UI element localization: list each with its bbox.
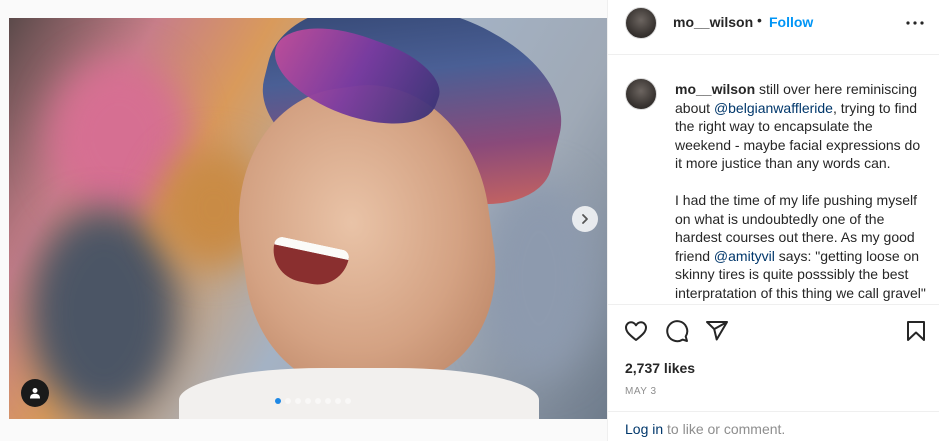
post-header: mo__wilson • Follow xyxy=(608,0,939,55)
separator-dot: • xyxy=(757,12,762,28)
username-link[interactable]: mo__wilson xyxy=(673,14,753,30)
carousel-dot xyxy=(345,398,351,404)
likes-count[interactable]: 2,737 likes xyxy=(625,360,695,376)
caption-avatar[interactable] xyxy=(625,78,657,110)
comment-button[interactable] xyxy=(664,318,690,344)
shirt-shape xyxy=(179,368,539,419)
login-link[interactable]: Log in xyxy=(625,421,663,437)
carousel-dot xyxy=(335,398,341,404)
save-button[interactable] xyxy=(903,318,929,344)
carousel-dot xyxy=(295,398,301,404)
carousel-dot xyxy=(305,398,311,404)
carousel-indicator xyxy=(275,398,351,404)
caption-author-link[interactable]: mo__wilson xyxy=(675,81,755,97)
post-sidebar: mo__wilson • Follow mo__wilson still ove… xyxy=(607,0,939,441)
carousel-dot xyxy=(285,398,291,404)
more-horizontal-icon xyxy=(906,21,924,25)
carousel-dot xyxy=(315,398,321,404)
comment-icon xyxy=(666,320,689,343)
post-caption: mo__wilson still over here reminiscing a… xyxy=(675,80,931,304)
instagram-post: mo__wilson • Follow mo__wilson still ove… xyxy=(0,0,939,441)
caption-paragraph: I had the time of my life pushing myself… xyxy=(675,191,931,304)
post-actions: 2,737 likes MAY 3 Log in to like or comm… xyxy=(608,304,939,441)
carousel-dot xyxy=(275,398,281,404)
login-prompt: Log in to like or comment. xyxy=(608,411,939,441)
avatar[interactable] xyxy=(625,7,657,39)
post-photo[interactable] xyxy=(9,18,607,419)
tagged-users-button[interactable] xyxy=(21,379,49,407)
bookmark-icon xyxy=(907,321,925,341)
follow-button[interactable]: Follow xyxy=(769,14,813,30)
post-date[interactable]: MAY 3 xyxy=(625,386,657,397)
comments-section[interactable]: mo__wilson still over here reminiscing a… xyxy=(608,56,939,304)
like-button[interactable] xyxy=(623,318,649,344)
chevron-right-icon xyxy=(582,214,588,224)
user-tag-icon xyxy=(30,388,40,399)
mention-link[interactable]: @belgianwaffleride xyxy=(714,100,833,116)
heart-icon xyxy=(625,321,647,341)
caption-paragraph: mo__wilson still over here reminiscing a… xyxy=(675,80,931,173)
background-bokeh xyxy=(29,208,179,418)
more-options-button[interactable] xyxy=(903,13,927,33)
next-slide-button[interactable] xyxy=(572,206,598,232)
login-prompt-text: to like or comment. xyxy=(663,421,786,437)
carousel-dot xyxy=(325,398,331,404)
paper-plane-icon xyxy=(706,321,728,341)
share-button[interactable] xyxy=(704,318,730,344)
mention-link[interactable]: @amityvil xyxy=(714,248,775,264)
